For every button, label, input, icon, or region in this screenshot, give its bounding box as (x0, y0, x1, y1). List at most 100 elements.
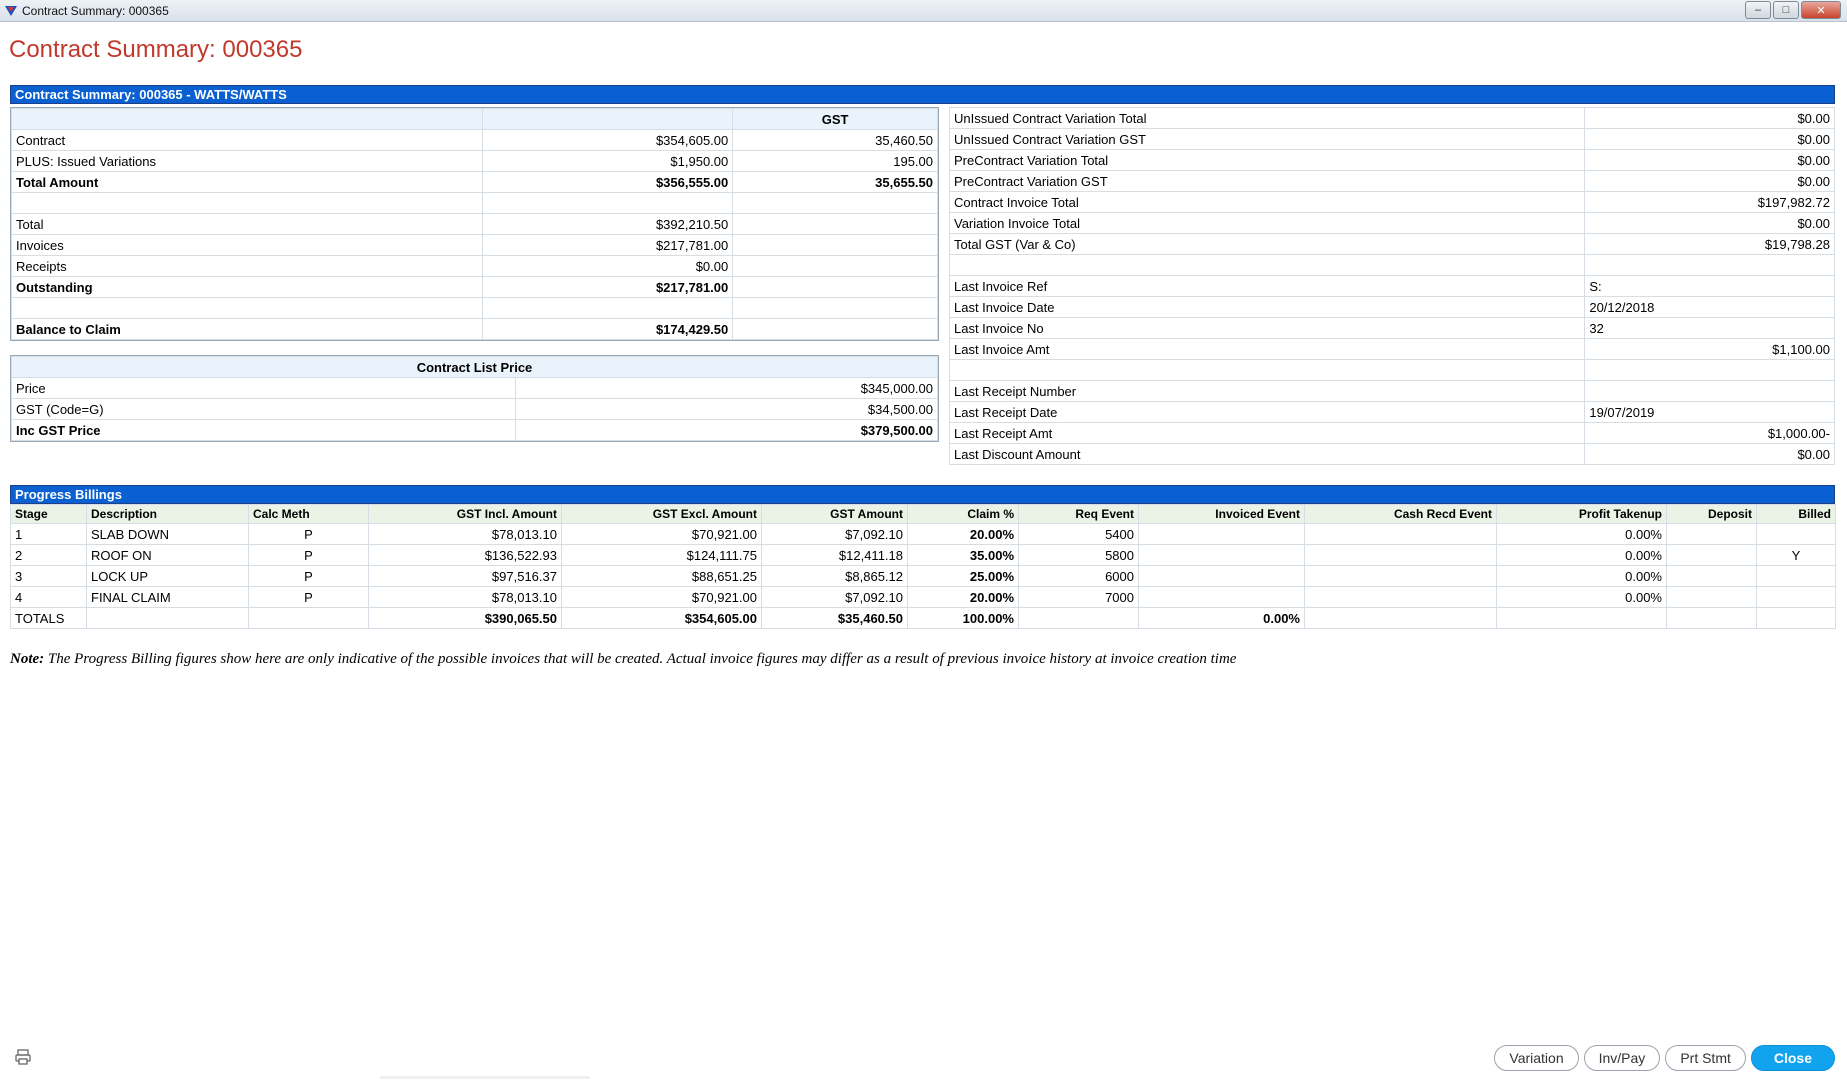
progress-billings-header: Progress Billings (10, 485, 1835, 504)
billings-column-header: GST Incl. Amount (368, 504, 562, 524)
billing-cell-req: 5800 (1018, 544, 1139, 566)
summary-row: PLUS: Issued Variations $1,950.00 195.00 (11, 150, 938, 172)
summary-row: Total Amount $356,555.00 35,655.50 (11, 171, 938, 193)
billing-cell-incl: $78,013.10 (368, 523, 562, 545)
billing-cell-incl: $78,013.10 (368, 586, 562, 608)
billings-column-header: GST Excl. Amount (561, 504, 762, 524)
print-statement-button[interactable]: Prt Stmt (1665, 1045, 1746, 1071)
billing-cell-cash (1304, 544, 1497, 566)
summary-amount: $354,605.00 (481, 129, 734, 151)
billing-cell-desc: ROOF ON (86, 544, 249, 566)
summary-right-label: UnIssued Contract Variation Total (948, 107, 1586, 129)
summary-label: Total Amount (11, 171, 483, 193)
summary-label (11, 297, 483, 319)
billing-cell-calc: P (248, 565, 369, 587)
billings-column-header: Calc Meth (248, 504, 369, 524)
summary-right-row: UnIssued Contract Variation Total $0.00 (948, 107, 1835, 129)
summary-row: Balance to Claim $174,429.50 (11, 318, 938, 340)
billing-cell-profit: 0.00% (1496, 565, 1667, 587)
billing-row[interactable]: 1 SLAB DOWN P $78,013.10 $70,921.00 $7,092.10… (10, 523, 1836, 545)
summary-right-row: Contract Invoice Total $197,982.72 (948, 191, 1835, 213)
summary-right-value (1584, 254, 1835, 276)
billing-cell-profit: 0.00% (1496, 544, 1667, 566)
contract-list-price-table: Contract List Price Price $345,000.00 GST … (10, 355, 939, 442)
summary-right-label (948, 359, 1586, 381)
billing-row[interactable]: 3 LOCK UP P $97,516.37 $88,651.25 $8,865.12 25… (10, 565, 1836, 587)
billing-cell-calc: P (248, 544, 369, 566)
summary-label: Outstanding (11, 276, 483, 298)
billing-cell-inv (1138, 586, 1305, 608)
summary-label (11, 192, 483, 214)
list-price-header-row: Contract List Price (11, 356, 938, 378)
summary-right-label: Last Invoice Ref (948, 275, 1586, 297)
billings-column-header: Deposit (1666, 504, 1757, 524)
summary-label: Receipts (11, 255, 483, 277)
summary-right-row: PreContract Variation GST $0.00 (948, 170, 1835, 192)
printer-icon[interactable] (14, 1048, 32, 1066)
summary-right-table: UnIssued Contract Variation Total $0.00 Un… (948, 107, 1835, 465)
contract-summary-panel: Contract Summary: 000365 - WATTS/WATTS (10, 85, 1835, 104)
summary-right-value: $0.00 (1584, 128, 1835, 150)
variation-button[interactable]: Variation (1494, 1045, 1579, 1071)
summary-right-value (1584, 359, 1835, 381)
close-window-button[interactable]: ✕ (1801, 1, 1841, 19)
totals-empty-cell (86, 607, 249, 629)
totals-excl: $354,605.00 (561, 607, 762, 629)
window-controls: – □ ✕ (1745, 1, 1841, 19)
billings-column-header: Billed (1756, 504, 1836, 524)
progress-billing-note: Note: The Progress Billing figures show … (10, 651, 1236, 668)
billing-cell-inv (1138, 565, 1305, 587)
minimize-button[interactable]: – (1745, 1, 1771, 19)
billings-column-header: Claim % (907, 504, 1019, 524)
billing-cell-stage: 4 (10, 586, 87, 608)
summary-right-value: $0.00 (1584, 107, 1835, 129)
summary-right-row: Last Invoice Date 20/12/2018 (948, 296, 1835, 318)
inv-pay-button[interactable]: Inv/Pay (1583, 1045, 1661, 1071)
list-price-header: Contract List Price (11, 356, 938, 378)
billing-cell-gst: $7,092.10 (761, 586, 908, 608)
close-button[interactable]: Close (1750, 1045, 1835, 1071)
progress-billings-panel: Progress Billings Stage Description Calc M… (10, 485, 1836, 629)
list-price-value: $345,000.00 (515, 377, 938, 399)
summary-gst (732, 192, 938, 214)
billings-column-header: Profit Takenup (1496, 504, 1667, 524)
billing-cell-billed (1756, 586, 1836, 608)
summary-right-row: Total GST (Var & Co) $19,798.28 (948, 233, 1835, 255)
list-price-row: Price $345,000.00 (10, 377, 938, 399)
summary-row: Contract $354,605.00 35,460.50 (11, 129, 938, 151)
horizontal-scrollbar[interactable] (380, 1076, 590, 1079)
list-price-value: $34,500.00 (515, 398, 938, 420)
summary-right-value: 20/12/2018 (1584, 296, 1835, 318)
billing-cell-incl: $97,516.37 (368, 565, 562, 587)
billing-cell-inv (1138, 544, 1305, 566)
summary-gst (732, 255, 938, 277)
summary-label: PLUS: Issued Variations (11, 150, 483, 172)
summary-amount: $356,555.00 (481, 171, 734, 193)
billing-row[interactable]: 2 ROOF ON P $136,522.93 $124,111.75 $12,411.1… (10, 544, 1836, 566)
billing-cell-calc: P (248, 586, 369, 608)
summary-gst (732, 234, 938, 256)
billing-row[interactable]: 4 FINAL CLAIM P $78,013.10 $70,921.00 $7,092.… (10, 586, 1836, 608)
header-blank-cell (11, 108, 483, 130)
billing-cell-excl: $70,921.00 (561, 586, 762, 608)
header-blank-cell (481, 108, 734, 130)
summary-right-row: Last Invoice No 32 (948, 317, 1835, 339)
maximize-button[interactable]: □ (1773, 1, 1799, 19)
note-text: The Progress Billing figures show here a… (47, 651, 1237, 667)
summary-gst (732, 276, 938, 298)
summary-gst (732, 297, 938, 319)
billing-cell-incl: $136,522.93 (368, 544, 562, 566)
billing-cell-claim: 20.00% (907, 523, 1019, 545)
billings-column-header: Req Event (1018, 504, 1139, 524)
summary-right-label: UnIssued Contract Variation GST (948, 128, 1586, 150)
summary-right-value (1584, 380, 1835, 402)
billings-column-header: Description (86, 504, 249, 524)
billing-cell-gst: $7,092.10 (761, 523, 908, 545)
summary-right-label: Last Receipt Date (948, 401, 1586, 423)
billing-cell-cash (1304, 586, 1497, 608)
summary-row: Invoices $217,781.00 (11, 234, 938, 256)
billing-cell-gst: $12,411.18 (761, 544, 908, 566)
list-price-label: Price (10, 377, 517, 399)
summary-left-table: GST Contract $354,605.00 35,460.50 PLUS: Is… (10, 107, 939, 341)
summary-right-label: Last Invoice No (948, 317, 1586, 339)
